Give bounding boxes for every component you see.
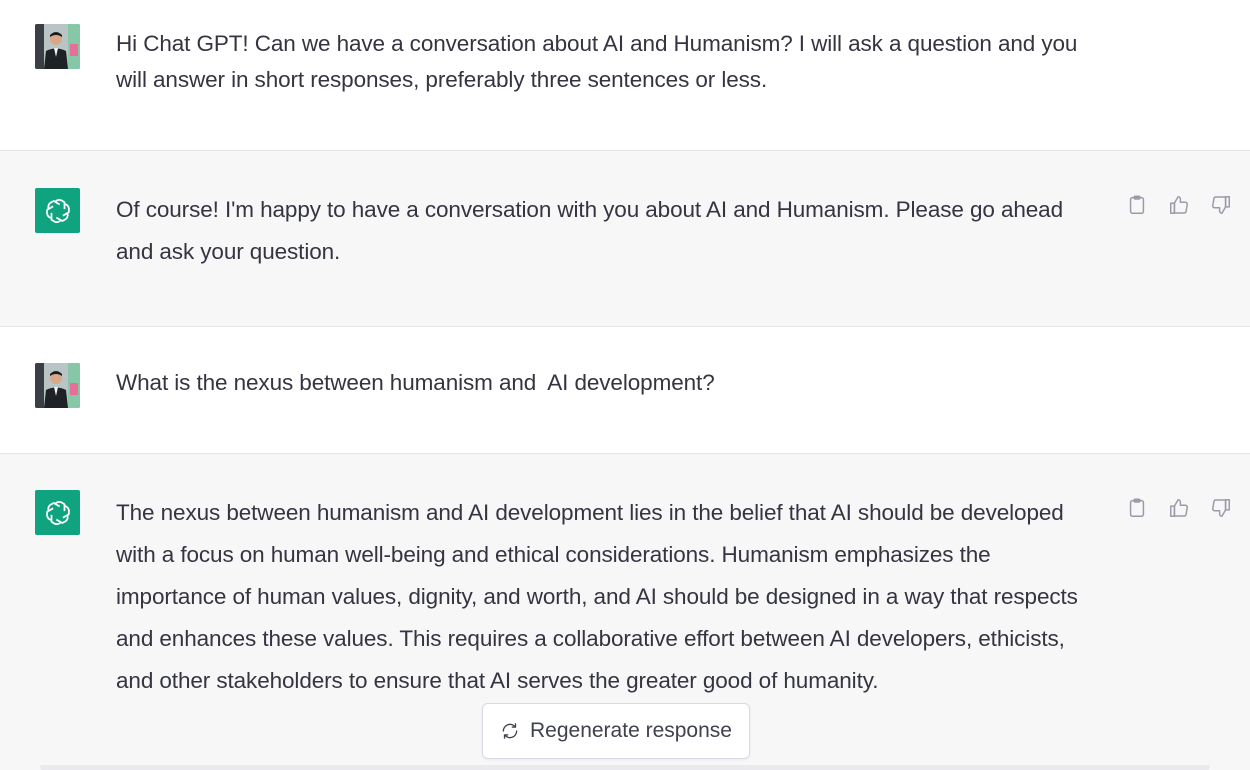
copy-button[interactable] xyxy=(1126,496,1148,520)
message-actions xyxy=(1126,193,1232,217)
chatgpt-avatar xyxy=(35,490,80,535)
user-avatar xyxy=(35,363,80,408)
message-user-2: What is the nexus between humanism and A… xyxy=(0,327,1250,453)
chatgpt-avatar xyxy=(35,188,80,233)
openai-logo-icon xyxy=(45,198,70,223)
thumbs-down-icon xyxy=(1212,499,1230,517)
message-text: Of course! I'm happy to have a conversat… xyxy=(116,197,1064,264)
regenerate-response-button[interactable]: Regenerate response xyxy=(482,703,750,759)
message-text: What is the nexus between humanism and A… xyxy=(116,370,715,395)
copy-button[interactable] xyxy=(1126,193,1148,217)
thumbs-down-icon xyxy=(1212,196,1230,214)
thumbs-up-icon xyxy=(1170,499,1188,517)
thumbs-down-button[interactable] xyxy=(1210,496,1232,520)
thumbs-down-button[interactable] xyxy=(1210,193,1232,217)
input-area-edge xyxy=(40,765,1210,770)
message-text: Hi Chat GPT! Can we have a conversation … xyxy=(116,31,1078,92)
refresh-icon xyxy=(502,723,518,739)
clipboard-icon xyxy=(1129,195,1145,214)
thumbs-up-button[interactable] xyxy=(1168,496,1190,520)
thumbs-up-button[interactable] xyxy=(1168,193,1190,217)
message-assistant-1: Of course! I'm happy to have a conversat… xyxy=(0,151,1250,326)
user-avatar xyxy=(35,24,80,69)
message-actions xyxy=(1126,496,1232,520)
message-user-1: Hi Chat GPT! Can we have a conversation … xyxy=(0,0,1250,150)
message-text: The nexus between humanism and AI develo… xyxy=(116,500,1078,693)
thumbs-up-icon xyxy=(1170,196,1188,214)
regenerate-label: Regenerate response xyxy=(530,719,732,742)
openai-logo-icon xyxy=(45,500,70,525)
clipboard-icon xyxy=(1129,498,1145,517)
